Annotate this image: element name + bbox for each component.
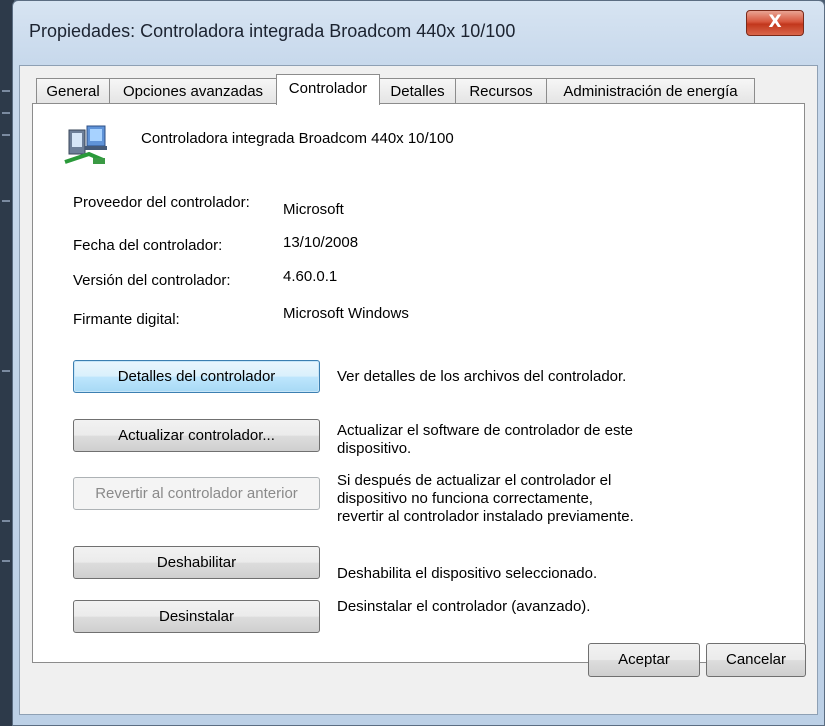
rollback-driver-button[interactable]: Revertir al controlador anterior xyxy=(73,477,320,510)
driver-details-button[interactable]: Detalles del controlador xyxy=(73,360,320,393)
tab-detalles[interactable]: Detalles xyxy=(379,78,456,104)
ok-button[interactable]: Aceptar xyxy=(588,643,700,677)
device-name: Controladora integrada Broadcom 440x 10/… xyxy=(141,130,454,147)
network-adapter-icon xyxy=(64,125,107,164)
uninstall-driver-description: Desinstalar el controlador (avanzado). xyxy=(337,598,591,615)
driver-details-description: Ver detalles de los archivos del control… xyxy=(337,368,627,385)
uninstall-driver-button[interactable]: Desinstalar xyxy=(73,600,320,633)
date-value: 13/10/2008 xyxy=(283,234,359,251)
version-value: 4.60.0.1 xyxy=(283,268,338,285)
update-driver-button[interactable]: Actualizar controlador... xyxy=(73,419,320,452)
window-title: Propiedades: Controladora integrada Broa… xyxy=(29,21,516,41)
tab-opciones-avanzadas[interactable]: Opciones avanzadas xyxy=(109,78,277,104)
disable-device-button[interactable]: Deshabilitar xyxy=(73,546,320,579)
rollback-driver-description: Si después de actualizar el controlador … xyxy=(337,472,634,525)
tab-panel-controlador: Controladora integrada Broadcom 440x 10/… xyxy=(32,103,805,663)
tab-administracion-energia[interactable]: Administración de energía xyxy=(546,78,755,104)
tab-recursos[interactable]: Recursos xyxy=(455,78,547,104)
update-driver-description: Actualizar el software de controlador de… xyxy=(337,422,633,457)
tab-controlador[interactable]: Controlador xyxy=(276,74,380,105)
properties-dialog: Propiedades: Controladora integrada Broa… xyxy=(12,0,825,726)
date-label: Fecha del controlador: xyxy=(73,237,223,254)
cancel-button[interactable]: Cancelar xyxy=(706,643,806,677)
provider-value: Microsoft xyxy=(283,201,344,218)
provider-label: Proveedor del controlador: xyxy=(73,194,250,211)
disable-device-description: Deshabilita el dispositivo seleccionado. xyxy=(337,565,598,582)
close-button[interactable]: X xyxy=(746,10,804,36)
version-label: Versión del controlador: xyxy=(73,272,231,289)
dialog-client-area: General Opciones avanzadas Controlador D… xyxy=(19,65,818,715)
title-bar[interactable]: Propiedades: Controladora integrada Broa… xyxy=(13,1,824,65)
close-icon: X xyxy=(768,12,782,32)
signer-label: Firmante digital: xyxy=(73,311,180,328)
signer-value: Microsoft Windows xyxy=(283,305,409,322)
tab-general[interactable]: General xyxy=(36,78,110,104)
